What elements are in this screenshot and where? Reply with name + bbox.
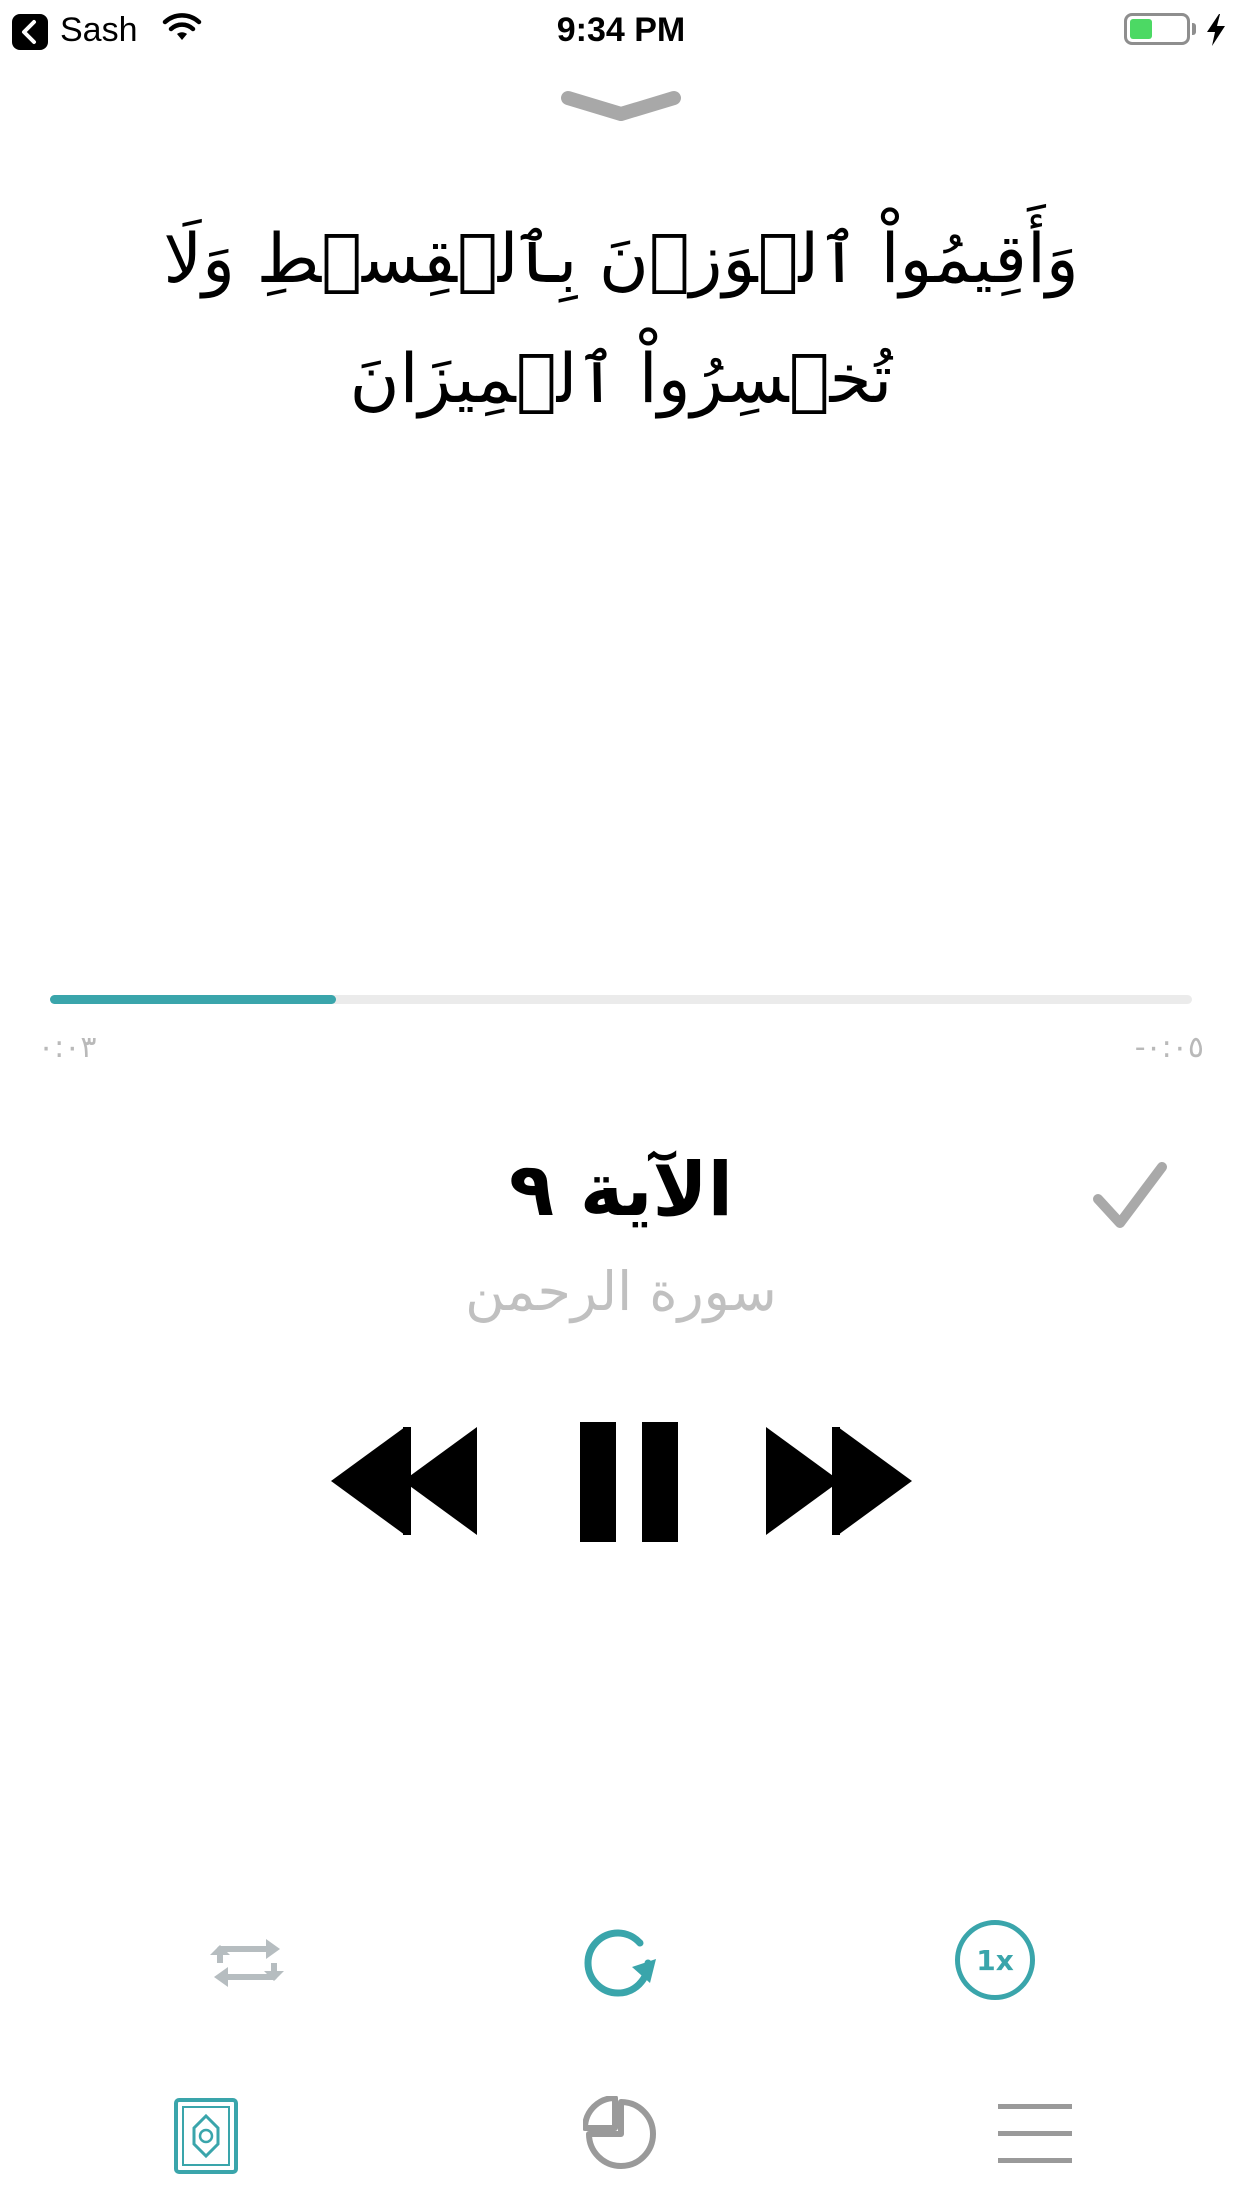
progress-slider[interactable]: [50, 995, 1192, 1004]
replay-icon[interactable]: [580, 1925, 656, 2001]
playback-speed-button[interactable]: 1x: [955, 1920, 1035, 2000]
repeat-icon[interactable]: [206, 1935, 288, 1991]
pie-chart-icon[interactable]: [583, 2096, 659, 2172]
time-remaining: -٠:٠٥: [1134, 1030, 1204, 1065]
progress-fill: [50, 995, 336, 1004]
pause-icon[interactable]: [580, 1422, 680, 1542]
charging-bolt-icon: [1207, 14, 1225, 46]
quran-book-icon[interactable]: [174, 2098, 238, 2174]
battery-level: [1130, 19, 1152, 39]
verse-text: وَأَقِيمُواْ ٱلۡوَزۡنَ بِٱلۡقِسۡطِ وَلَا…: [163, 220, 1079, 419]
battery-tip: [1192, 23, 1196, 35]
ayah-title: الآية ٩: [508, 1147, 734, 1233]
chevron-down-icon[interactable]: [560, 86, 682, 126]
time-elapsed: ٠:٠٣: [38, 1030, 97, 1065]
surah-name: سورة الرحمن: [465, 1260, 777, 1323]
fast-forward-icon[interactable]: [766, 1427, 918, 1535]
checkmark-icon[interactable]: [1090, 1155, 1170, 1235]
menu-icon[interactable]: [998, 2104, 1072, 2164]
rewind-icon[interactable]: [325, 1427, 477, 1535]
status-time: 9:34 PM: [556, 11, 686, 49]
